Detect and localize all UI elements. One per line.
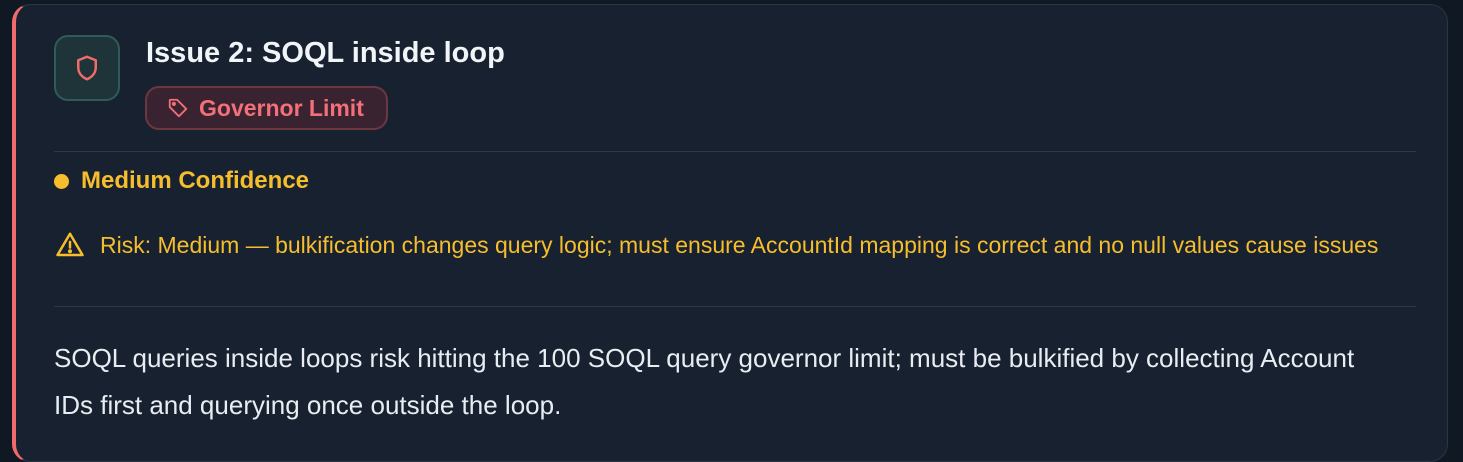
issue-title: Issue 2: SOQL inside loop [146, 37, 505, 69]
confidence-dot-icon [54, 173, 69, 189]
category-tag: Governor Limit [145, 86, 388, 130]
shield-icon [77, 55, 97, 81]
risk-text: Risk: Medium — bulkification changes que… [100, 232, 1379, 258]
warning-triangle-icon [56, 232, 84, 257]
category-tag-label: Governor Limit [199, 94, 364, 121]
issue-card: Issue 2: SOQL inside loop Governor Limit… [12, 4, 1448, 462]
risk-notice: Risk: Medium — bulkification changes que… [54, 229, 1424, 261]
confidence-label: Medium Confidence [81, 167, 310, 194]
tag-icon [168, 98, 188, 118]
divider [54, 306, 1416, 307]
confidence-indicator: Medium Confidence [54, 167, 309, 195]
issue-description: SOQL queries inside loops risk hitting t… [54, 343, 1355, 420]
issue-icon-box [54, 35, 120, 101]
divider [54, 151, 1416, 152]
